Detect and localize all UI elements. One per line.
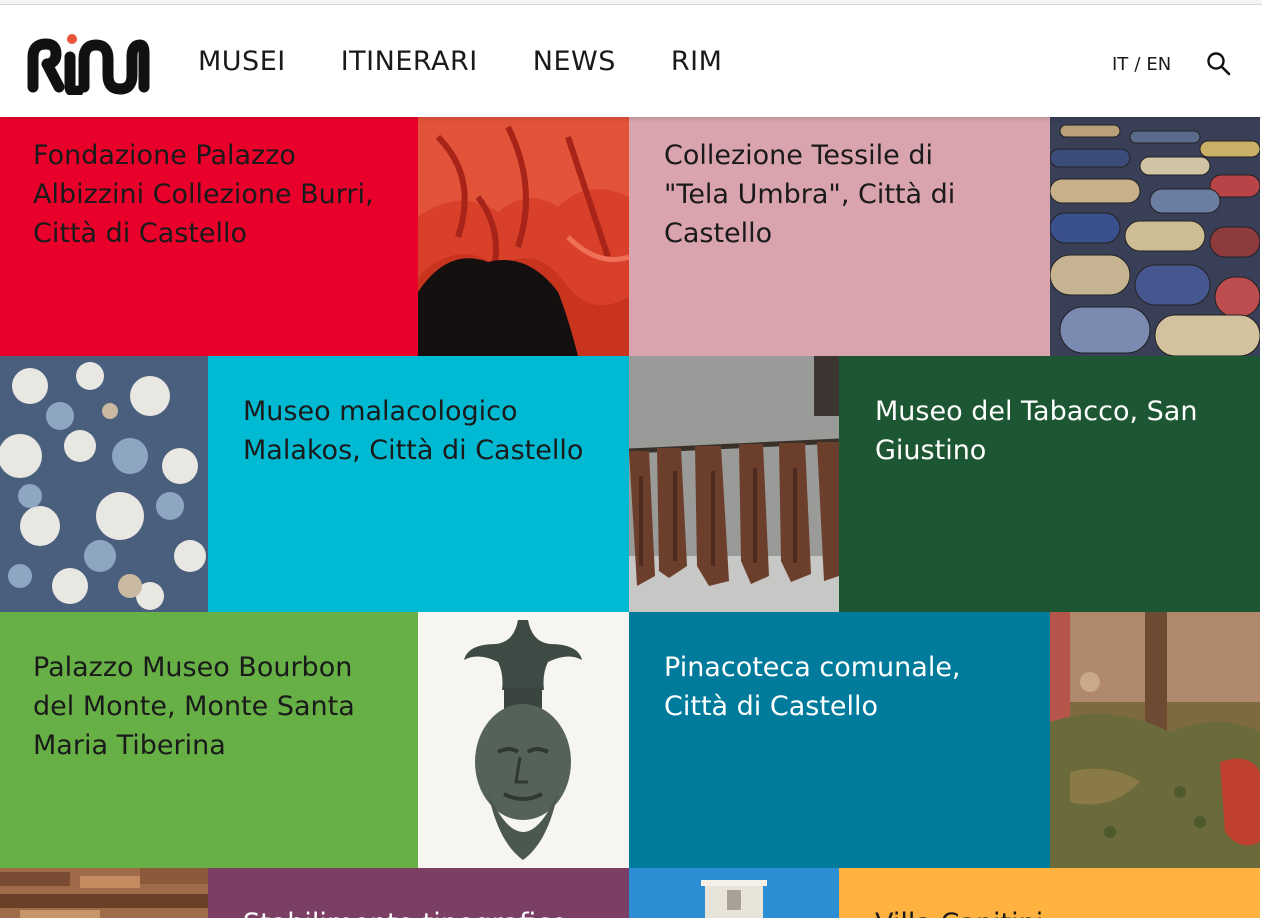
museum-card-burri[interactable]: Fondazione Palazzo Albizzini Collezione … <box>0 117 418 356</box>
museum-card-malakos[interactable]: Museo malacologico Malakos, Città di Cas… <box>208 356 629 612</box>
lang-separator: / <box>1134 54 1141 75</box>
tobacco-leaves-image[interactable] <box>629 356 839 612</box>
museum-grid: Fondazione Palazzo Albizzini Collezione … <box>0 117 1260 918</box>
museum-card-bourbon-del-monte[interactable]: Palazzo Museo Bourbon del Monte, Monte S… <box>0 612 418 868</box>
renaissance-painting-image[interactable] <box>1050 612 1260 868</box>
textile-rolls-image[interactable] <box>1050 117 1260 356</box>
burri-artwork-image[interactable] <box>418 117 629 356</box>
nav-item-musei[interactable]: MUSEI <box>198 45 286 79</box>
bronze-head-sculpture-image[interactable] <box>418 612 629 868</box>
museum-card-title: Collezione Tessile di "Tela Umbra", Citt… <box>664 140 956 249</box>
nav-item-itinerari[interactable]: ITINERARI <box>341 45 478 79</box>
nav-item-news[interactable]: NEWS <box>533 45 616 79</box>
language-switcher: IT / EN <box>1112 53 1171 77</box>
museum-card-title: Pinacoteca comunale, Città di Castello <box>664 652 961 722</box>
museum-card-title: Fondazione Palazzo Albizzini Collezione … <box>33 140 374 249</box>
museum-card-title: Palazzo Museo Bourbon del Monte, Monte S… <box>33 652 355 761</box>
coral-collection-image[interactable] <box>0 356 208 612</box>
museum-card-title: Museo del Tabacco, San Giustino <box>875 396 1198 466</box>
bell-tower-image[interactable] <box>629 868 839 918</box>
lang-en-link[interactable]: EN <box>1146 54 1171 75</box>
museum-card-tabacco[interactable]: Museo del Tabacco, San Giustino <box>839 356 1260 612</box>
museum-card-tela-umbra[interactable]: Collezione Tessile di "Tela Umbra", Citt… <box>629 117 1050 356</box>
museum-card-villa-capitini[interactable]: Villa Capitini <box>839 868 1260 918</box>
main-nav: MUSEI ITINERARI NEWS RIM <box>198 45 777 79</box>
museum-card-pinacoteca[interactable]: Pinacoteca comunale, Città di Castello <box>629 612 1050 868</box>
lang-it-link[interactable]: IT <box>1112 54 1128 75</box>
site-header: MUSEI ITINERARI NEWS RIM IT / EN <box>0 5 1262 117</box>
rim-logo[interactable] <box>26 31 150 97</box>
museum-card-title: Villa Capitini <box>875 904 1235 918</box>
search-icon[interactable] <box>1206 51 1232 77</box>
museum-card-title: Museo malacologico Malakos, Città di Cas… <box>243 396 584 466</box>
museum-card-tipografia[interactable]: Stabilimento tipografico <box>208 868 629 918</box>
nav-item-rim[interactable]: RIM <box>671 45 723 79</box>
printing-type-cases-image[interactable] <box>0 868 208 918</box>
museum-card-title: Stabilimento tipografico <box>243 904 613 918</box>
